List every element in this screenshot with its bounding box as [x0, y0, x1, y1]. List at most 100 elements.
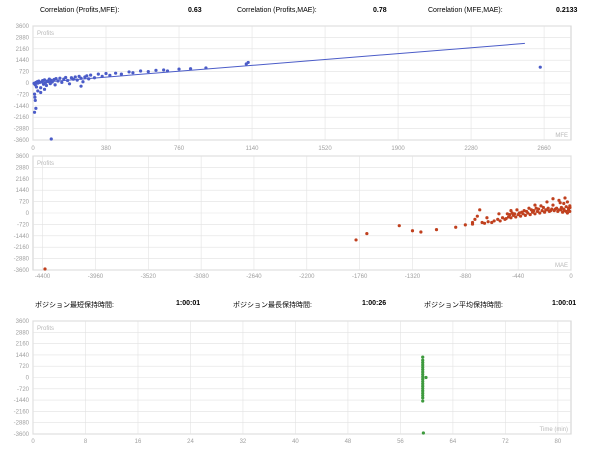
data-point	[39, 86, 43, 90]
data-point	[39, 90, 43, 95]
y-tick-label: -2160	[14, 245, 30, 251]
x-tick-label: 2280	[464, 146, 478, 152]
data-point	[32, 110, 37, 114]
y-tick-label: 0	[26, 211, 30, 217]
data-point	[514, 215, 518, 219]
data-point	[473, 217, 477, 221]
x-tick-label: 72	[502, 439, 509, 445]
x-tick-label: 64	[450, 439, 457, 445]
data-point	[421, 355, 425, 359]
data-point	[475, 214, 479, 218]
data-point	[36, 89, 40, 93]
data-point	[454, 225, 458, 229]
stat-label-min-hold: ポジション最短保持時間:	[35, 302, 114, 309]
data-point	[434, 228, 439, 232]
x-tick-label: 56	[397, 439, 404, 445]
x-axis-label: MFE	[555, 133, 568, 139]
data-point	[139, 69, 143, 73]
y-tick-label: 2160	[16, 177, 30, 183]
data-point	[146, 70, 150, 74]
y-tick-label: 1440	[16, 58, 30, 64]
data-point	[204, 66, 208, 70]
data-point	[43, 267, 47, 271]
y-tick-label: 2880	[16, 330, 30, 336]
x-tick-label: -2640	[246, 274, 262, 280]
data-point	[79, 76, 83, 80]
x-tick-label: 1520	[318, 146, 332, 152]
y-tick-label: 720	[19, 364, 30, 370]
x-tick-label: 1900	[391, 146, 405, 152]
data-point	[119, 72, 123, 76]
x-tick-label: 24	[187, 439, 194, 445]
y-tick-label: 0	[26, 81, 30, 87]
y-tick-label: -3600	[14, 268, 30, 274]
data-point	[33, 98, 37, 103]
data-point	[177, 67, 181, 71]
data-point	[544, 208, 548, 212]
data-point	[517, 211, 521, 215]
data-point	[104, 71, 108, 76]
data-point	[42, 78, 47, 82]
y-tick-label: -3600	[14, 432, 30, 438]
data-point	[534, 206, 538, 210]
data-point	[32, 92, 37, 96]
data-point	[548, 209, 553, 213]
y-tick-label: -720	[17, 92, 30, 98]
data-point	[162, 68, 166, 72]
data-point	[482, 221, 487, 225]
stat-value-profits-mae: 0.78	[373, 7, 387, 14]
data-point	[34, 85, 39, 89]
data-point	[538, 211, 542, 215]
y-tick-label: -1440	[14, 104, 30, 110]
data-point	[114, 71, 118, 75]
data-point	[354, 238, 358, 242]
data-point	[551, 197, 555, 201]
data-point	[556, 209, 560, 214]
data-point	[509, 216, 513, 220]
y-tick-label: -2880	[14, 257, 30, 263]
data-point	[75, 78, 79, 82]
data-point	[49, 137, 53, 141]
x-tick-label: 0	[569, 274, 573, 280]
data-point	[559, 208, 563, 212]
x-tick-label: 48	[345, 439, 352, 445]
data-point	[92, 76, 97, 80]
data-point	[538, 65, 542, 69]
data-point	[498, 219, 502, 223]
data-point	[419, 230, 423, 234]
data-point	[44, 83, 49, 88]
data-point	[165, 69, 170, 73]
data-point	[492, 219, 496, 223]
chart-profits-vs-time: 3600 2880 2160 1440 720 0 -720 -1440 -2160 -2880-…	[0, 317, 599, 447]
stat-value-min-hold: 1:00:01	[176, 300, 201, 307]
data-point	[79, 84, 83, 88]
data-point	[58, 76, 62, 80]
data-point	[365, 231, 369, 236]
data-point	[154, 68, 158, 72]
y-tick-label: -2160	[14, 409, 30, 415]
data-point	[397, 224, 401, 228]
data-point	[563, 196, 567, 200]
data-point	[565, 200, 569, 204]
data-point	[64, 75, 68, 80]
data-point	[96, 72, 100, 76]
x-tick-label: 1140	[246, 146, 260, 152]
data-point	[463, 223, 467, 227]
data-point	[85, 74, 89, 78]
x-tick-label: -2200	[299, 274, 315, 280]
x-tick-label: 32	[240, 439, 247, 445]
data-point	[188, 67, 193, 71]
x-tick-label: 0	[31, 439, 35, 445]
x-tick-label: 0	[31, 146, 35, 152]
y-tick-label: 1440	[16, 188, 30, 194]
chart-profits-vs-mfe-svg: 3600 2880 2160 1440 720 0 -720 -1440 -2160 -2880 -…	[14, 24, 572, 152]
x-tick-label: -3080	[193, 274, 209, 280]
data-point	[81, 80, 85, 84]
y-tick-label: -3600	[14, 138, 30, 144]
y-tick-label: -1440	[14, 234, 30, 240]
data-point	[56, 79, 60, 83]
data-point	[42, 87, 47, 91]
data-point	[505, 212, 509, 216]
y-tick-label: 3600	[16, 319, 30, 325]
data-point	[50, 80, 54, 84]
